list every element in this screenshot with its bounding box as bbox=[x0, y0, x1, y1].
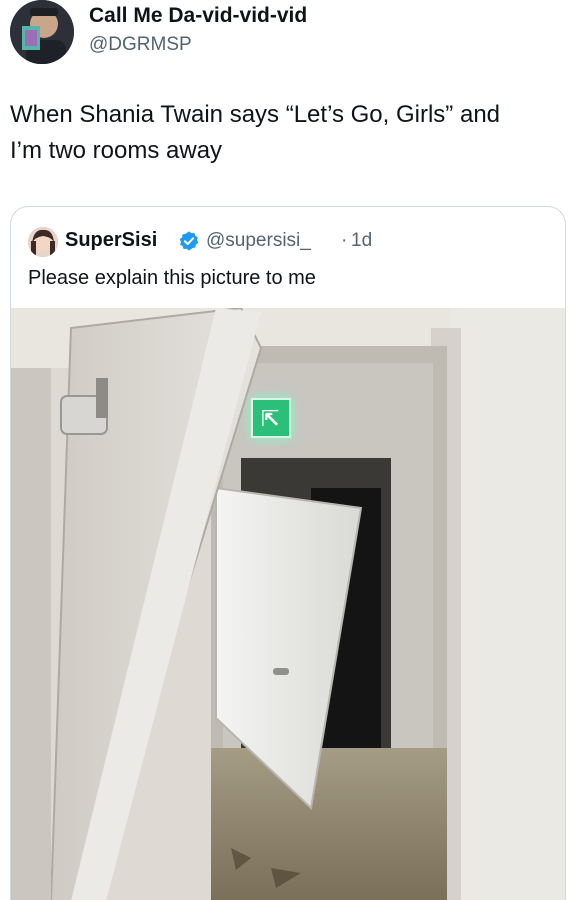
author-display-name[interactable]: Call Me Da-vid-vid-vid bbox=[89, 4, 307, 28]
tweet-text: When Shania Twain says “Let’s Go, Girls”… bbox=[10, 97, 560, 169]
quoted-tweet-text: Please explain this picture to me bbox=[28, 267, 316, 289]
quoted-tweet-header: SuperSisi @supersisi_ · 1d bbox=[28, 226, 548, 257]
quoted-timestamp[interactable]: 1d bbox=[351, 230, 372, 252]
quoted-handle[interactable]: @supersisi_ bbox=[206, 230, 311, 252]
quoted-tweet-card[interactable]: SuperSisi @supersisi_ · 1d Please explai… bbox=[10, 206, 566, 900]
profile-avatar-icon bbox=[10, 0, 74, 64]
hallway-broken-doors-photo-icon bbox=[11, 308, 565, 900]
timestamp-separator: · bbox=[341, 230, 348, 251]
tweet-text-line: I’m two rooms away bbox=[10, 137, 223, 164]
quoted-photo[interactable]: ⇱ bbox=[11, 308, 565, 900]
verified-badge-icon bbox=[179, 231, 199, 251]
post-header: Call Me Da-vid-vid-vid @DGRMSP bbox=[10, 0, 564, 66]
author-avatar[interactable] bbox=[10, 0, 74, 64]
author-handle[interactable]: @DGRMSP bbox=[89, 34, 192, 56]
emergency-exit-sign-icon: ⇱ bbox=[251, 398, 291, 438]
quoted-display-name[interactable]: SuperSisi bbox=[65, 229, 157, 252]
quoted-avatar-icon bbox=[28, 227, 58, 257]
quoted-author-avatar[interactable] bbox=[28, 227, 58, 257]
tweet-text-line: When Shania Twain says “Let’s Go, Girls”… bbox=[10, 101, 501, 128]
